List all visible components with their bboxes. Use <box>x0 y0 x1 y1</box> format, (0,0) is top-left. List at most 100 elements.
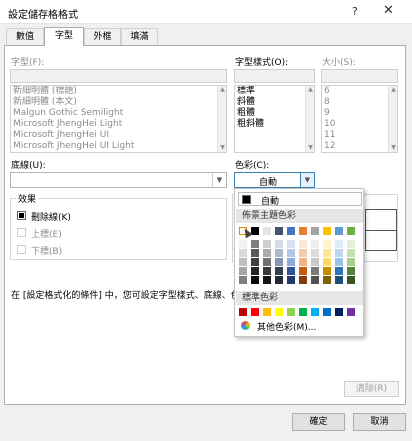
standard-color-swatch[interactable] <box>299 308 307 316</box>
theme-tint-swatch[interactable] <box>347 267 355 275</box>
theme-color-swatch[interactable] <box>335 227 343 235</box>
theme-tint-swatch[interactable] <box>251 240 259 248</box>
list-item[interactable]: 8 <box>322 97 397 108</box>
scroll-up-icon[interactable]: ▲ <box>390 86 397 94</box>
list-item[interactable]: 9 <box>322 108 397 119</box>
theme-tint-swatch[interactable] <box>287 267 295 275</box>
theme-tint-swatch[interactable] <box>263 240 271 248</box>
theme-tint-swatch[interactable] <box>311 276 319 284</box>
superscript-checkbox[interactable] <box>17 228 26 237</box>
standard-color-swatch[interactable] <box>323 308 331 316</box>
list-item[interactable]: Microsoft JhengHei UI Light <box>11 141 226 152</box>
theme-tint-swatch[interactable] <box>251 258 259 266</box>
theme-tint-swatch[interactable] <box>335 258 343 266</box>
list-item[interactable]: 10 <box>322 119 397 130</box>
theme-tint-swatch[interactable] <box>263 276 271 284</box>
tab-number[interactable]: 數值 <box>6 28 44 45</box>
strikethrough-checkbox[interactable] <box>17 211 26 220</box>
list-item[interactable]: Malgun Gothic Semilight <box>11 108 226 119</box>
style-list-scrollbar[interactable]: ▲ ▼ <box>305 86 314 152</box>
theme-tint-swatch[interactable] <box>311 267 319 275</box>
list-item[interactable]: 粗斜體 <box>235 119 314 130</box>
font-style-list[interactable]: 標準 斜體 粗體 粗斜體 ▲ ▼ <box>234 85 315 153</box>
theme-tint-swatch[interactable] <box>335 267 343 275</box>
standard-color-swatch[interactable] <box>239 308 247 316</box>
standard-color-swatch[interactable] <box>347 308 355 316</box>
list-item[interactable]: 新細明體 (標題) <box>11 86 226 97</box>
theme-tint-swatch[interactable] <box>311 240 319 248</box>
standard-color-swatch[interactable] <box>275 308 283 316</box>
theme-color-swatch[interactable] <box>323 227 331 235</box>
theme-tint-swatch[interactable] <box>251 249 259 257</box>
theme-tint-swatch[interactable] <box>263 249 271 257</box>
theme-tint-swatch[interactable] <box>323 249 331 257</box>
chevron-down-icon[interactable]: ▼ <box>300 173 314 187</box>
ok-button[interactable]: 確定 <box>292 413 345 431</box>
list-item[interactable]: 新細明體 (本文) <box>11 97 226 108</box>
theme-tint-swatch[interactable] <box>311 258 319 266</box>
scroll-down-icon[interactable]: ▼ <box>219 144 226 152</box>
list-item[interactable]: 斜體 <box>235 97 314 108</box>
font-name-input[interactable] <box>10 69 227 83</box>
theme-tint-swatch[interactable] <box>299 276 307 284</box>
standard-color-swatch[interactable] <box>263 308 271 316</box>
theme-color-swatch[interactable] <box>347 227 355 235</box>
font-style-input[interactable] <box>234 69 315 83</box>
theme-tint-swatch[interactable] <box>287 240 295 248</box>
theme-color-swatch[interactable] <box>275 227 283 235</box>
theme-tint-swatch[interactable] <box>239 276 247 284</box>
theme-tint-swatch[interactable] <box>299 240 307 248</box>
color-dropdown[interactable]: 自動 ▼ <box>234 172 315 188</box>
list-item[interactable]: 12 <box>322 141 397 152</box>
list-item[interactable]: Microsoft JhengHei Light <box>11 119 226 130</box>
list-item[interactable]: 標準 <box>235 86 314 97</box>
list-item[interactable]: 11 <box>322 130 397 141</box>
chevron-down-icon[interactable]: ▼ <box>212 173 226 187</box>
theme-tint-swatch[interactable] <box>335 240 343 248</box>
theme-tint-swatch[interactable] <box>323 267 331 275</box>
subscript-checkbox[interactable] <box>17 245 26 254</box>
theme-tint-swatch[interactable] <box>311 249 319 257</box>
font-size-list[interactable]: 6 8 9 10 11 12 ▲ ▼ <box>321 85 398 153</box>
theme-tint-swatch[interactable] <box>275 276 283 284</box>
theme-tint-swatch[interactable] <box>299 249 307 257</box>
theme-tint-swatch[interactable] <box>239 240 247 248</box>
help-icon[interactable]: ? <box>352 5 358 18</box>
theme-tint-swatch[interactable] <box>251 276 259 284</box>
theme-tint-swatch[interactable] <box>251 267 259 275</box>
theme-tint-swatch[interactable] <box>263 258 271 266</box>
theme-tint-swatch[interactable] <box>347 276 355 284</box>
tab-font[interactable]: 字型 <box>44 27 84 46</box>
cancel-button[interactable]: 取消 <box>353 413 406 431</box>
scroll-down-icon[interactable]: ▼ <box>307 144 314 152</box>
font-name-list[interactable]: 新細明體 (標題) 新細明體 (本文) Malgun Gothic Semili… <box>10 85 227 153</box>
theme-tint-swatch[interactable] <box>275 249 283 257</box>
standard-color-swatch[interactable] <box>335 308 343 316</box>
theme-tint-swatch[interactable] <box>287 249 295 257</box>
size-list-scrollbar[interactable]: ▲ ▼ <box>388 86 397 152</box>
standard-color-swatch[interactable] <box>311 308 319 316</box>
scroll-up-icon[interactable]: ▲ <box>219 86 226 94</box>
standard-color-swatch[interactable] <box>287 308 295 316</box>
theme-tint-swatch[interactable] <box>287 276 295 284</box>
tab-fill[interactable]: 填滿 <box>121 28 158 45</box>
tab-border[interactable]: 外框 <box>84 28 121 45</box>
theme-tint-swatch[interactable] <box>299 258 307 266</box>
theme-tint-swatch[interactable] <box>299 267 307 275</box>
automatic-color-option[interactable]: 自動 <box>238 192 362 207</box>
underline-dropdown[interactable]: ▼ <box>10 172 227 188</box>
theme-tint-swatch[interactable] <box>323 258 331 266</box>
theme-tint-swatch[interactable] <box>323 276 331 284</box>
theme-tint-swatch[interactable] <box>335 276 343 284</box>
theme-tint-swatch[interactable] <box>239 258 247 266</box>
theme-tint-swatch[interactable] <box>347 258 355 266</box>
theme-tint-swatch[interactable] <box>275 258 283 266</box>
theme-tint-swatch[interactable] <box>275 267 283 275</box>
theme-tint-swatch[interactable] <box>323 240 331 248</box>
standard-color-swatch[interactable] <box>251 308 259 316</box>
theme-tint-swatch[interactable] <box>239 249 247 257</box>
clear-button[interactable]: 清除(R) <box>344 381 399 397</box>
theme-tint-swatch[interactable] <box>263 267 271 275</box>
theme-tint-swatch[interactable] <box>347 240 355 248</box>
theme-tint-swatch[interactable] <box>239 267 247 275</box>
